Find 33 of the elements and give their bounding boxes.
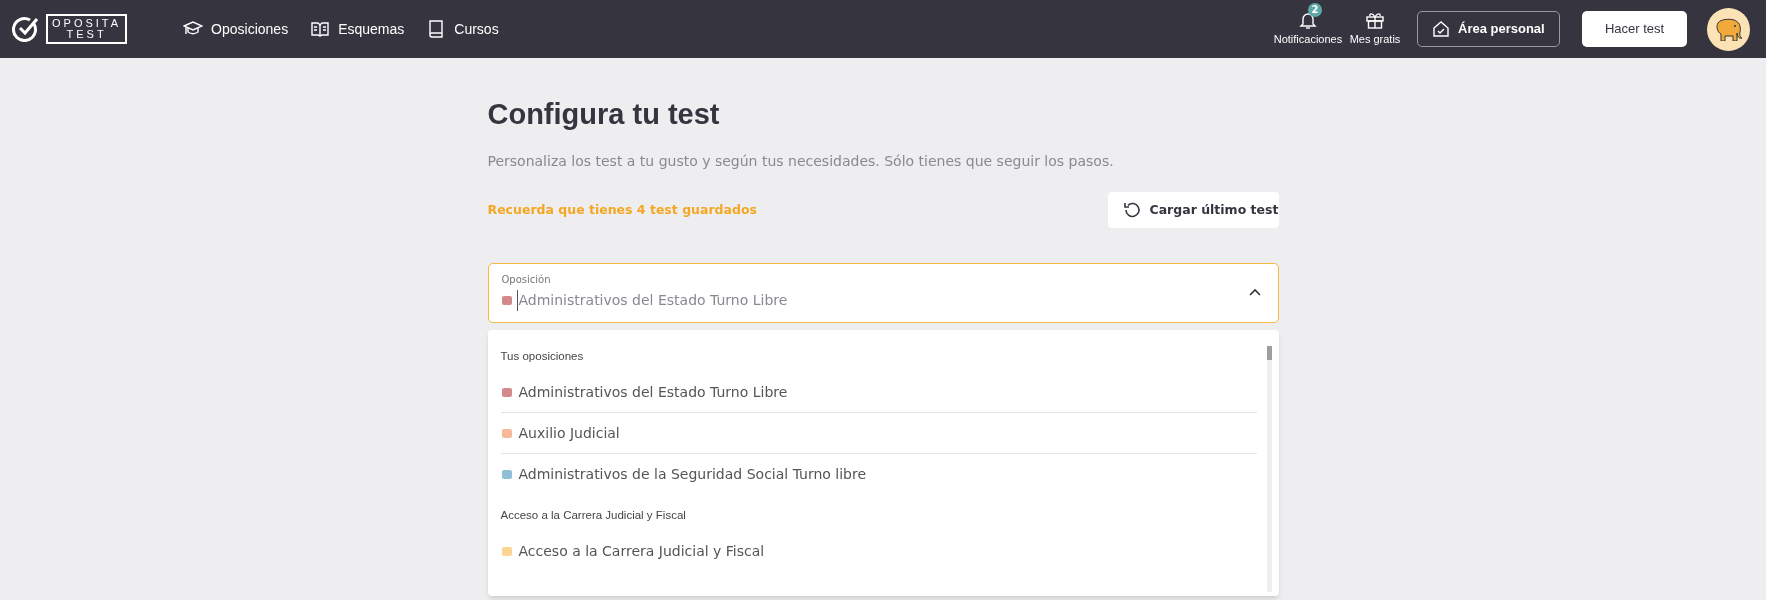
check-circle-icon [12, 15, 40, 43]
page-title: Configura tu test [487, 97, 721, 132]
logo-text: TEST [66, 29, 107, 40]
load-last-test-button[interactable]: Cargar último test [1107, 192, 1279, 228]
elephant-icon [1713, 17, 1744, 41]
page-subtitle: Personaliza los test a tu gusto y según tus necesidades. Sólo tienes que seguir los pasos. [487, 152, 1115, 171]
logo-frame[interactable]: OPOSITA TEST [46, 14, 128, 44]
option-item[interactable]: Administrativos del Estado Turno Libre [500, 372, 1257, 413]
open-book-icon [310, 19, 331, 39]
scrollbar-thumb[interactable] [1266, 346, 1272, 360]
scrollbar[interactable] [1266, 346, 1272, 592]
undo-icon [1121, 200, 1142, 220]
logo-text: OPOSITA [52, 18, 122, 29]
take-test-button[interactable]: Hacer test [1582, 11, 1687, 47]
option-item[interactable]: Auxilio Judicial [500, 413, 1257, 454]
avatar[interactable] [1707, 7, 1750, 51]
field-label: Oposición [501, 273, 552, 287]
notification-count: 2 [1308, 3, 1322, 18]
opposition-select[interactable]: Oposición Administrativos del Estado Turno Libre [487, 263, 1279, 323]
nav-link[interactable]: Esquemas [310, 18, 405, 40]
home-icon [1432, 20, 1450, 38]
nav-link[interactable]: Cursos [426, 18, 499, 40]
group-label: Tus oposiciones [500, 349, 585, 364]
personal-area-button[interactable]: Área personal [1417, 11, 1560, 47]
option-item[interactable]: Acceso a la Carrera Judicial y Fiscal [500, 531, 1257, 572]
group-label: Acceso a la Carrera Judicial y Fiscal [500, 508, 687, 523]
saved-tests-reminder: Recuerda que tienes 4 test guardados [487, 200, 757, 219]
nav-link[interactable]: Oposiciones [183, 18, 289, 40]
notifications-label[interactable]: Notificaciones [1273, 31, 1343, 48]
gift-icon[interactable] [1365, 10, 1385, 31]
free-month-label[interactable]: Mes gratis [1349, 31, 1401, 48]
option-item[interactable]: Administrativos de la Seguridad Social Turno libre [500, 454, 1257, 495]
selected-value: Administrativos del Estado Turno Libre [516, 290, 788, 311]
